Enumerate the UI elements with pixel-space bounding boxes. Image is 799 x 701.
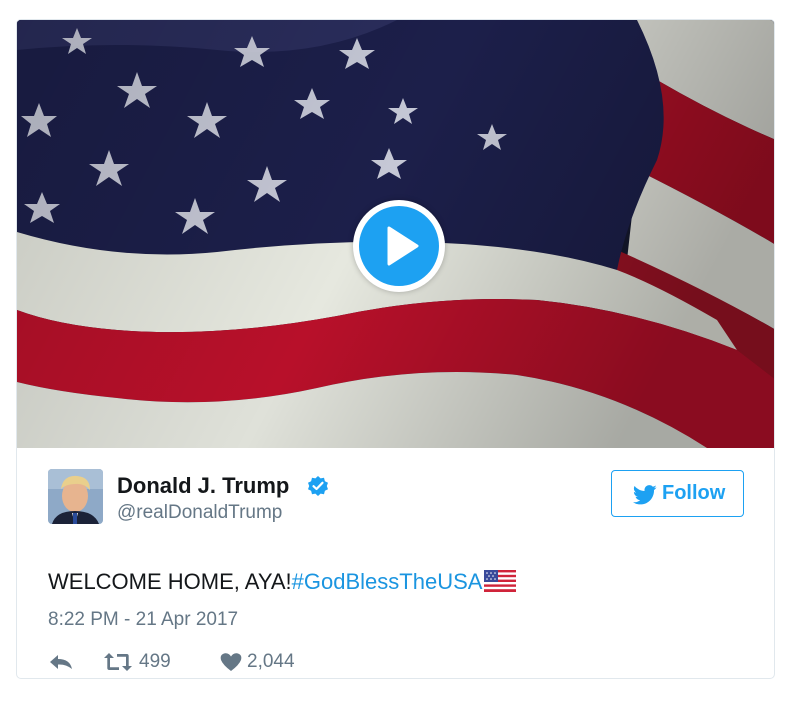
- retweet-icon: [104, 653, 132, 671]
- twitter-bird-icon: [633, 485, 657, 505]
- tweet-card: Donald J. Trump @realDonaldTrump Follow …: [16, 19, 775, 679]
- tweet-timestamp[interactable]: 8:22 PM - 21 Apr 2017: [48, 609, 238, 631]
- reply-button[interactable]: [48, 649, 78, 677]
- retweet-count: 499: [139, 651, 171, 672]
- heart-icon: [220, 653, 242, 671]
- verified-badge-icon: [308, 476, 328, 496]
- hashtag-link[interactable]: #GodBlessTheUSA: [292, 569, 483, 594]
- play-button[interactable]: [353, 200, 445, 292]
- reply-icon: [50, 655, 72, 669]
- like-count: 2,044: [247, 651, 295, 672]
- us-flag-emoji: [484, 570, 517, 598]
- avatar[interactable]: [48, 469, 103, 524]
- play-icon: [387, 226, 419, 266]
- video-thumbnail[interactable]: [17, 20, 774, 448]
- profile-photo-image: [48, 469, 103, 524]
- tweet-body: Donald J. Trump @realDonaldTrump Follow …: [17, 448, 774, 678]
- tweet-text: WELCOME HOME, AYA!#GodBlessTheUSA: [48, 569, 517, 598]
- follow-button[interactable]: Follow: [611, 470, 744, 517]
- author-name[interactable]: Donald J. Trump: [117, 473, 289, 499]
- tweet-text-body: WELCOME HOME, AYA!: [48, 569, 292, 594]
- like-button[interactable]: 2,044: [219, 649, 319, 677]
- author-handle[interactable]: @realDonaldTrump: [117, 502, 282, 524]
- follow-label: Follow: [662, 482, 726, 504]
- retweet-button[interactable]: 499: [103, 649, 203, 677]
